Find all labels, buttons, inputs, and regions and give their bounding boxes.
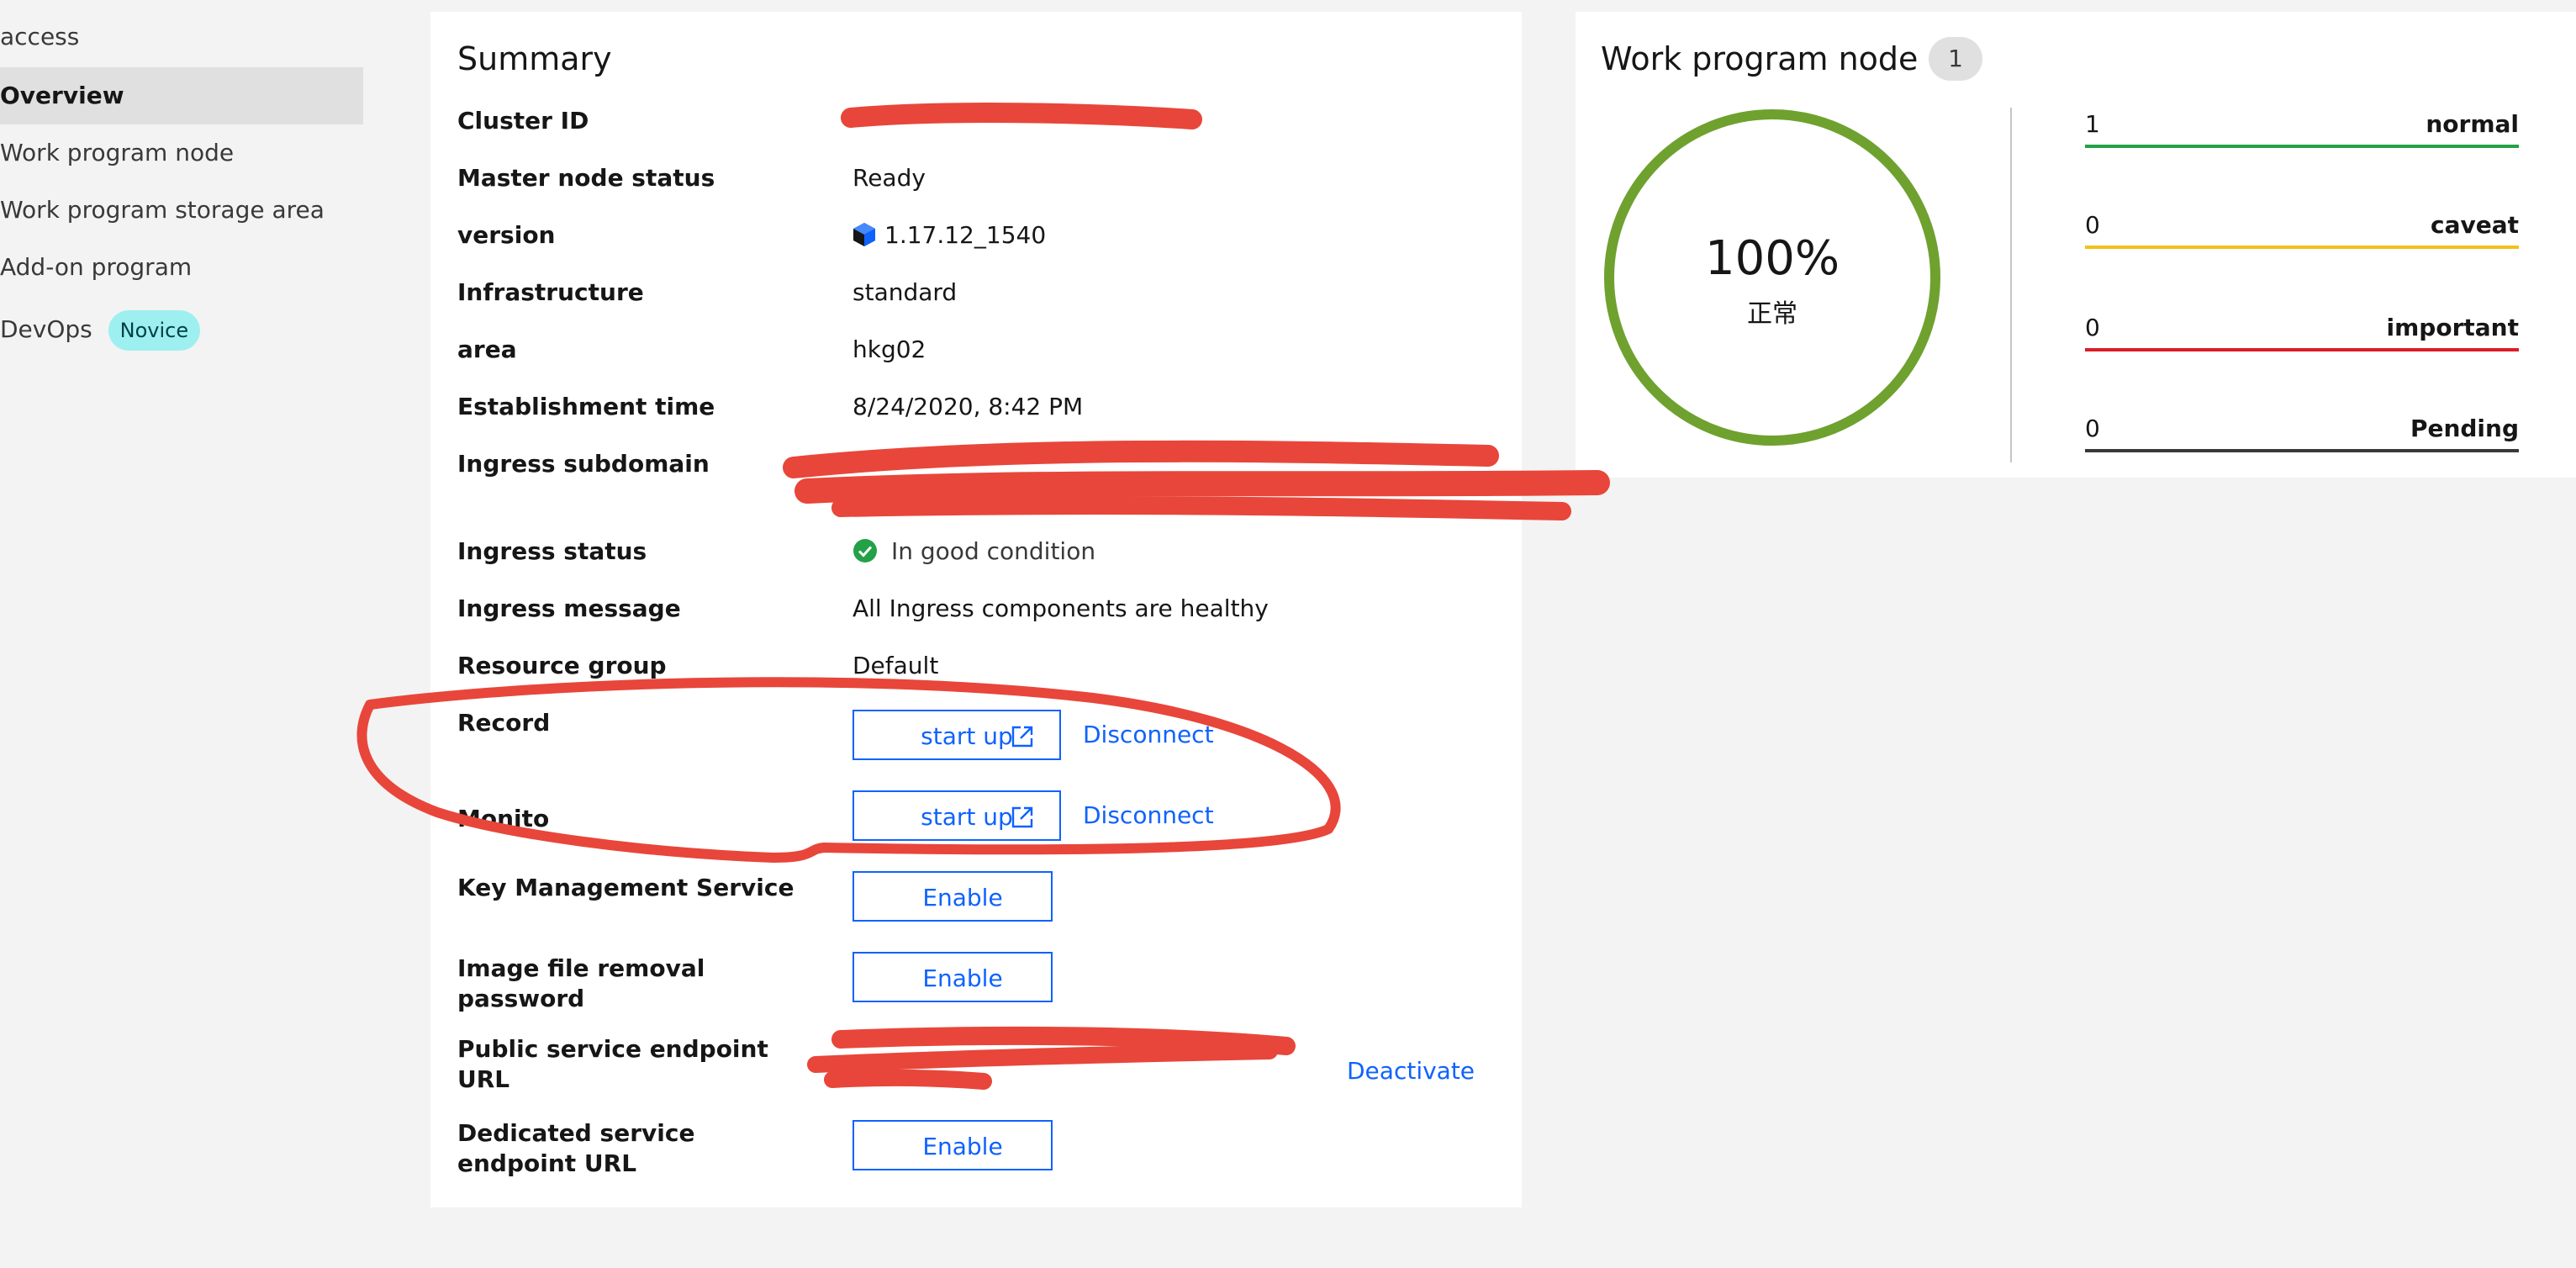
master-status-value: Ready [853,164,926,192]
status-color-bar [2085,145,2519,148]
ingress-subdomain-label: Ingress subdomain [457,450,710,478]
public-endpoint-label: Public service endpoint URL [457,1035,768,1093]
sidebar-item-access[interactable]: access [0,8,363,66]
sidebar-item-label: DevOps [0,315,92,343]
launch-icon [1011,806,1033,828]
summary-title: Summary [457,40,612,77]
resource-group-value: Default [853,652,939,679]
status-row-normal: 1 normal [2085,106,2519,148]
health-label: 正常 [1747,299,1797,329]
launch-button-label: start up [921,803,1013,831]
status-name: normal [2426,110,2519,138]
established-label: Establishment time [457,393,715,420]
infrastructure-value: standard [853,278,958,306]
status-color-bar [2085,246,2519,249]
private-endpoint-enable-button[interactable]: Enable [853,1120,1053,1170]
kubernetes-hex-icon [853,223,875,246]
kms-label: Key Management Service [457,874,794,901]
status-name: Pending [2410,415,2519,442]
cluster-id-label: Cluster ID [457,107,589,135]
monitor-launch-button[interactable]: start up [853,790,1061,841]
sidebar-item-label: Work program node [0,139,235,166]
status-name: important [2386,314,2519,341]
version-label: version [457,221,556,249]
sidebar-item-worker-nodes[interactable]: Work program node [0,124,363,182]
infrastructure-label: Infrastructure [457,278,644,306]
status-color-bar [2085,348,2519,351]
status-row-critical: 0 important [2085,309,2519,351]
sidebar-item-worker-storage[interactable]: Work program storage area [0,182,363,239]
status-color-bar [2085,449,2519,452]
status-count: 0 [2085,211,2100,239]
version-value: 1.17.12_1540 [853,220,1046,251]
public-endpoint-deactivate-link[interactable]: Deactivate [1347,1056,1475,1086]
status-count: 0 [2085,415,2100,442]
record-disconnect-link[interactable]: Disconnect [1083,720,1214,750]
ingress-status-text: In good condition [891,537,1096,565]
record-label: Record [457,709,551,737]
status-name: caveat [2430,211,2519,239]
area-label: area [457,335,517,363]
kms-enable-button[interactable]: Enable [853,871,1053,922]
worker-count-badge: 1 [1929,37,1982,81]
ingress-status-label: Ingress status [457,537,647,565]
private-endpoint-label: Dedicated service endpoint URL [457,1119,695,1177]
sidebar-item-label: Work program storage area [0,196,325,224]
checkmark-filled-icon [853,539,877,563]
record-launch-button[interactable]: start up [853,710,1061,760]
status-row-pending: 0 Pending [2085,410,2519,452]
novice-badge: Novice [108,310,201,351]
area-value: hkg02 [853,335,926,363]
ingress-status-value: In good condition [853,536,1095,567]
image-pull-label: Image file removal password [457,954,705,1012]
ingress-message-value: All Ingress components are healthy [853,594,1269,622]
monitor-label: Monito [457,805,550,832]
sidebar-item-devops[interactable]: DevOps Novice [0,301,363,358]
worker-nodes-card: Work program node 1 100% 正常 1 normal 0 c… [1576,12,2576,478]
master-status-label: Master node status [457,164,715,192]
sidebar-item-add-ons[interactable]: Add-on program [0,239,363,296]
sidebar-item-label: Overview [0,82,124,109]
summary-card: Summary Cluster ID Master node status Re… [430,12,1522,1207]
launch-icon [1011,726,1033,748]
version-text: 1.17.12_1540 [884,221,1047,249]
status-count: 1 [2085,110,2100,138]
status-row-warning: 0 caveat [2085,207,2519,249]
sidebar-item-label: access [0,23,80,50]
image-pull-enable-button[interactable]: Enable [853,952,1053,1002]
health-percent: 100% [1704,231,1840,286]
ingress-message-label: Ingress message [457,594,681,622]
established-value: 8/24/2020, 8:42 PM [853,393,1084,420]
resource-group-label: Resource group [457,652,667,679]
sidebar-item-label: Add-on program [0,253,193,281]
monitor-disconnect-link[interactable]: Disconnect [1083,800,1214,831]
sidebar-item-overview[interactable]: Overview [0,67,363,124]
status-count: 0 [2085,314,2100,341]
launch-button-label: start up [921,722,1013,750]
divider [2010,108,2012,462]
worker-nodes-title: Work program node [1601,40,1919,77]
